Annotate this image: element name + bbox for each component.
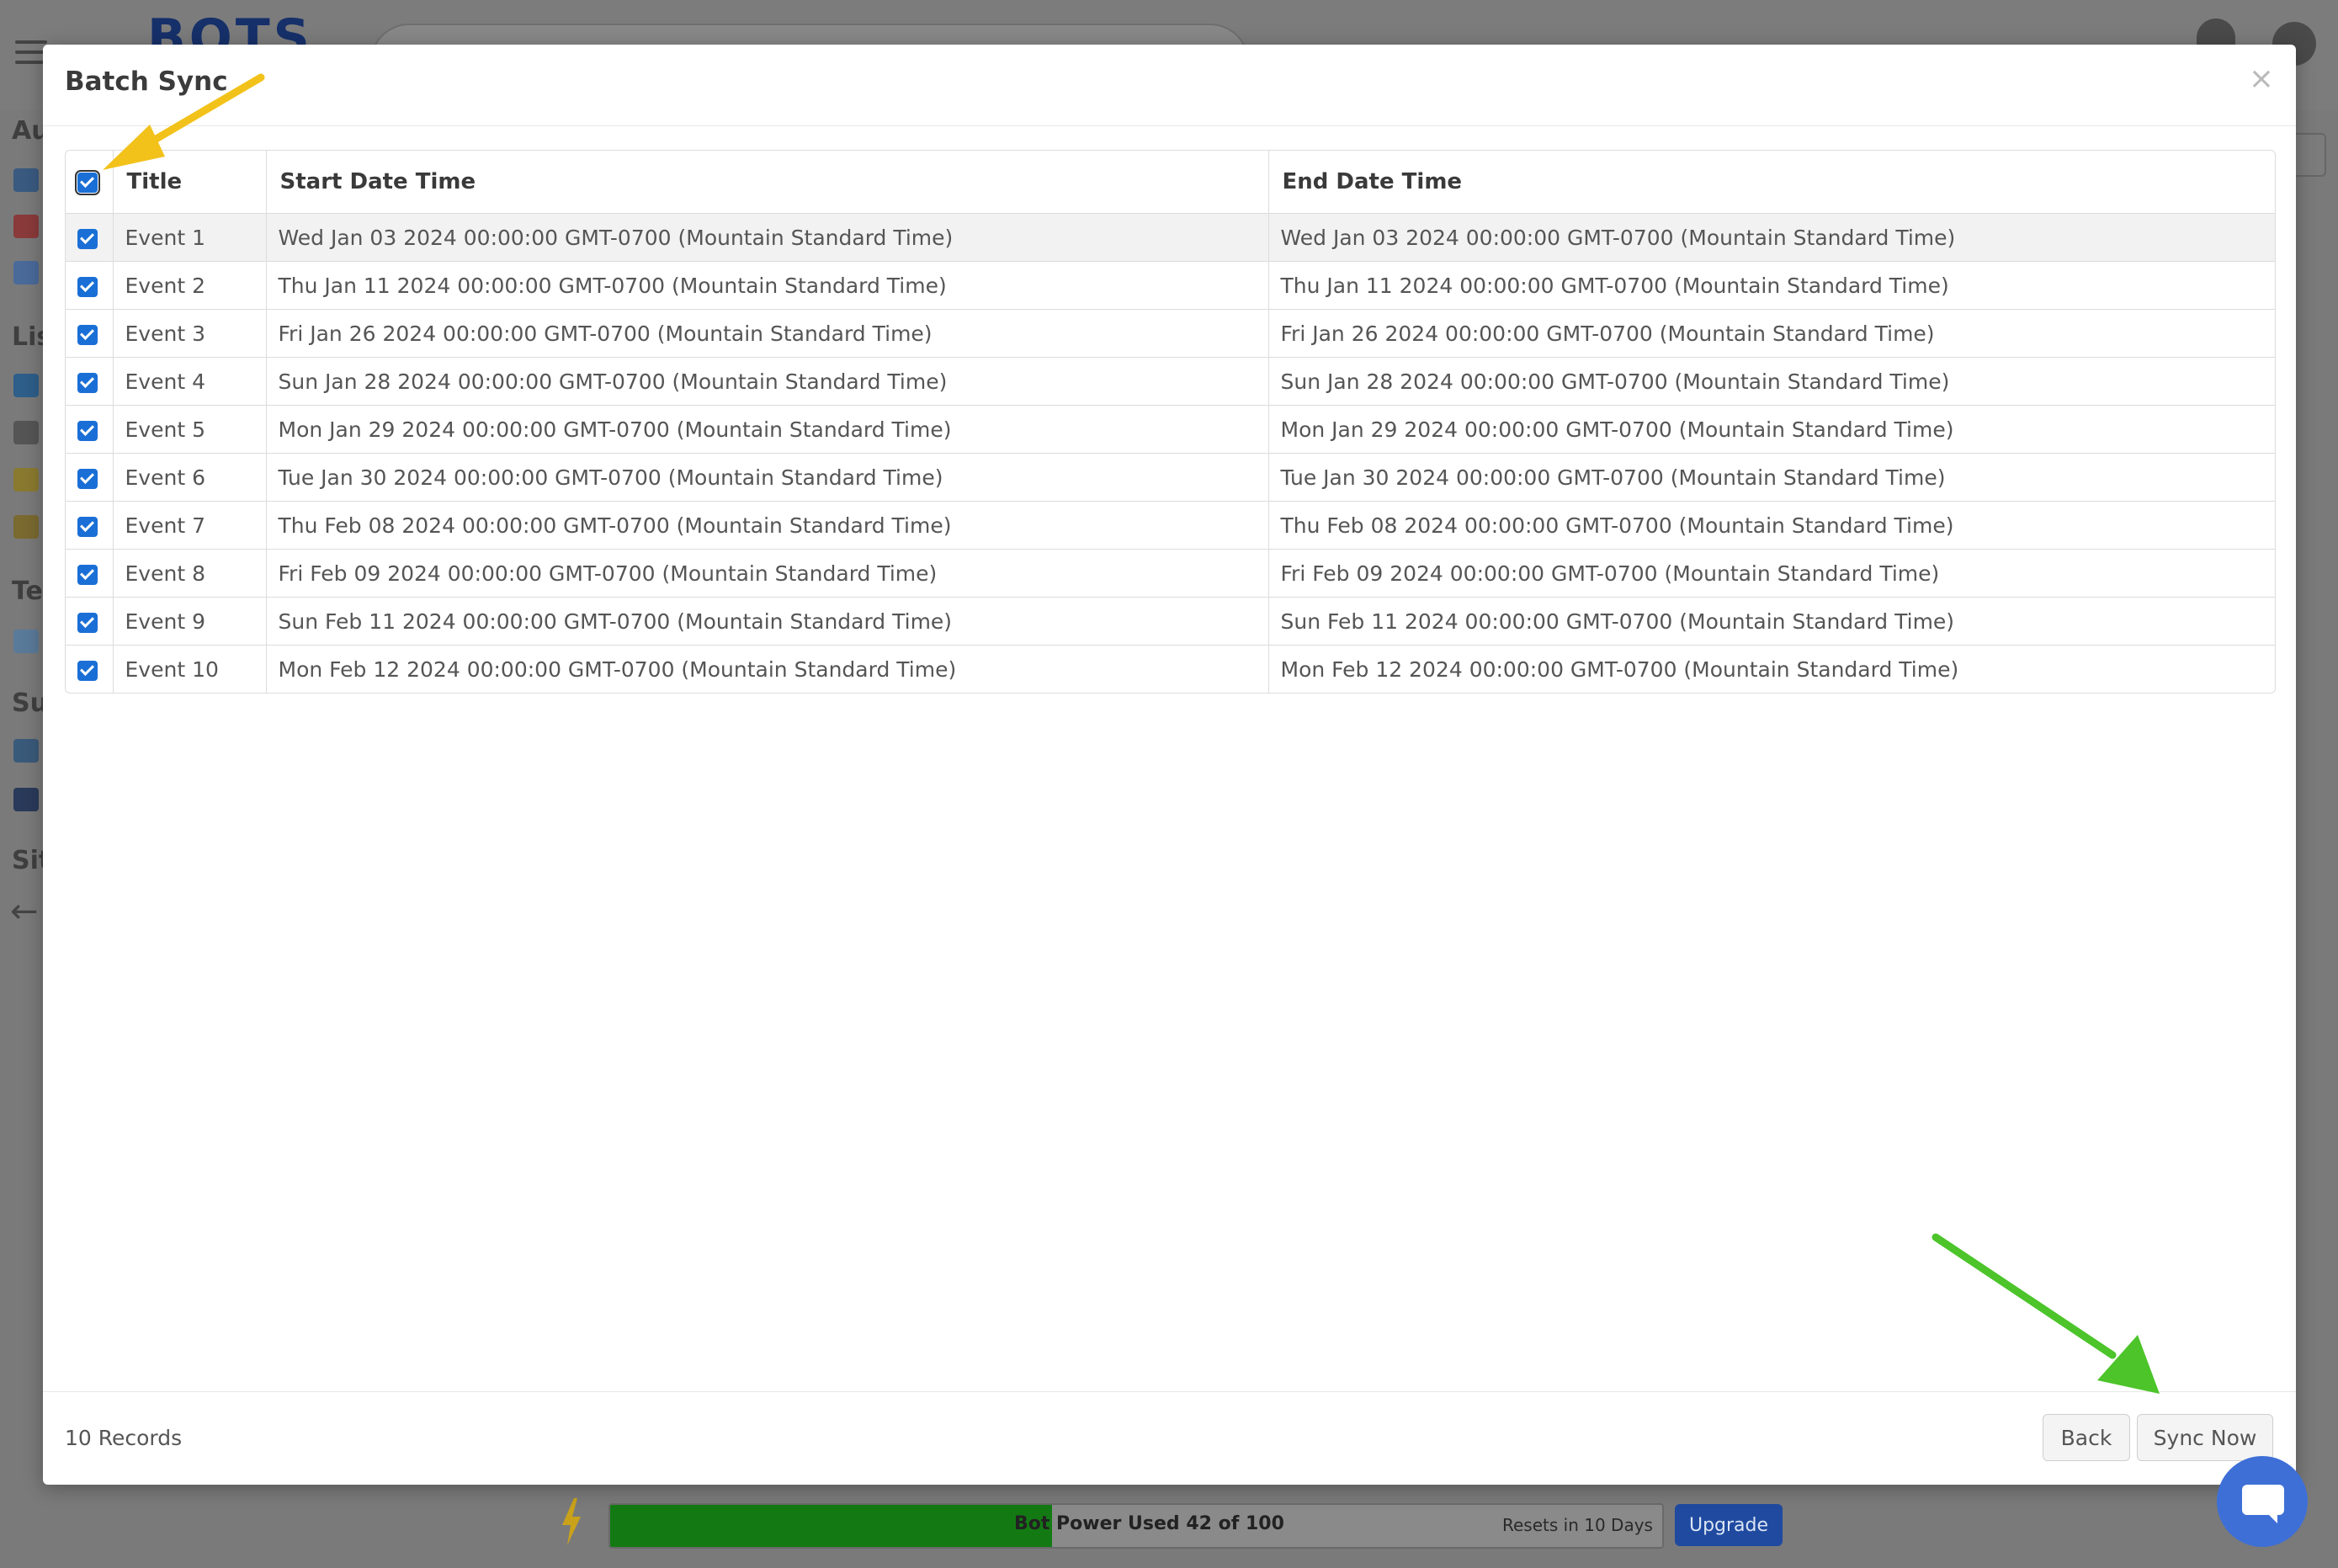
row-end-date: Thu Jan 11 2024 00:00:00 GMT-0700 (Mount…	[1268, 261, 2275, 310]
row-title: Event 9	[113, 597, 267, 646]
column-header-title[interactable]: Title	[113, 151, 267, 214]
row-checkbox-cell	[66, 453, 114, 502]
row-title: Event 3	[113, 309, 267, 358]
clipboard-icon[interactable]	[13, 515, 39, 539]
row-checkbox[interactable]	[77, 276, 98, 297]
row-checkbox[interactable]	[77, 516, 98, 537]
row-start-date: Mon Feb 12 2024 00:00:00 GMT-0700 (Mount…	[266, 645, 1269, 693]
globe-icon[interactable]	[13, 739, 39, 763]
event-icon[interactable]	[13, 261, 39, 284]
sidebar-section-label: Te	[12, 577, 43, 606]
calendar-icon[interactable]	[13, 215, 39, 238]
bot-power-bar: Bot Power Used 42 of 100 Resets in 10 Da…	[608, 1503, 1664, 1549]
back-button[interactable]: Back	[2043, 1414, 2130, 1461]
bot-power-fill	[610, 1505, 1052, 1547]
row-checkbox-cell	[66, 309, 114, 358]
table-row[interactable]: Event 7 Thu Feb 08 2024 00:00:00 GMT-0700…	[66, 501, 2275, 550]
row-title: Event 6	[113, 453, 267, 502]
table-row[interactable]: Event 8 Fri Feb 09 2024 00:00:00 GMT-0700…	[66, 549, 2275, 598]
lightning-icon	[562, 1498, 581, 1545]
row-start-date: Mon Jan 29 2024 00:00:00 GMT-0700 (Mount…	[266, 405, 1269, 454]
row-end-date: Mon Jan 29 2024 00:00:00 GMT-0700 (Mount…	[1268, 405, 2275, 454]
row-start-date: Sun Jan 28 2024 00:00:00 GMT-0700 (Mount…	[266, 357, 1269, 406]
row-start-date: Thu Feb 08 2024 00:00:00 GMT-0700 (Mount…	[266, 501, 1269, 550]
tools-icon[interactable]	[13, 421, 39, 444]
column-header-end[interactable]: End Date Time	[1268, 151, 2275, 214]
select-all-cell	[66, 151, 114, 214]
row-end-date: Tue Jan 30 2024 00:00:00 GMT-0700 (Mount…	[1268, 453, 2275, 502]
table-row[interactable]: Event 9 Sun Feb 11 2024 00:00:00 GMT-0700…	[66, 597, 2275, 646]
row-start-date: Sun Feb 11 2024 00:00:00 GMT-0700 (Mount…	[266, 597, 1269, 646]
table-row[interactable]: Event 6 Tue Jan 30 2024 00:00:00 GMT-0700…	[66, 453, 2275, 502]
bot-power-reset-label: Resets in 10 Days	[1502, 1515, 1653, 1535]
row-title: Event 5	[113, 405, 267, 454]
arrow-left-icon[interactable]: ←	[10, 892, 39, 931]
chat-icon[interactable]	[2217, 1456, 2308, 1547]
row-checkbox-cell	[66, 501, 114, 550]
column-header-start[interactable]: Start Date Time	[266, 151, 1269, 214]
row-checkbox[interactable]	[77, 228, 98, 249]
row-end-date: Sun Feb 11 2024 00:00:00 GMT-0700 (Mount…	[1268, 597, 2275, 646]
dashboard-icon[interactable]	[13, 168, 39, 192]
modal-footer: 10 Records Back Sync Now	[43, 1391, 2296, 1485]
row-end-date: Wed Jan 03 2024 00:00:00 GMT-0700 (Mount…	[1268, 213, 2275, 262]
row-end-date: Fri Feb 09 2024 00:00:00 GMT-0700 (Mount…	[1268, 549, 2275, 598]
row-start-date: Fri Feb 09 2024 00:00:00 GMT-0700 (Mount…	[266, 549, 1269, 598]
row-title: Event 10	[113, 645, 267, 693]
video-icon[interactable]	[13, 788, 39, 811]
table-row[interactable]: Event 10 Mon Feb 12 2024 00:00:00 GMT-070…	[66, 645, 2275, 693]
row-end-date: Thu Feb 08 2024 00:00:00 GMT-0700 (Mount…	[1268, 501, 2275, 550]
row-start-date: Thu Jan 11 2024 00:00:00 GMT-0700 (Mount…	[266, 261, 1269, 310]
row-checkbox[interactable]	[77, 612, 98, 633]
row-start-date: Tue Jan 30 2024 00:00:00 GMT-0700 (Mount…	[266, 453, 1269, 502]
upgrade-button[interactable]: Upgrade	[1675, 1504, 1783, 1546]
row-end-date: Sun Jan 28 2024 00:00:00 GMT-0700 (Mount…	[1268, 357, 2275, 406]
modal-title: Batch Sync	[65, 66, 228, 97]
row-checkbox-cell	[66, 645, 114, 693]
row-end-date: Mon Feb 12 2024 00:00:00 GMT-0700 (Mount…	[1280, 656, 1959, 682]
row-checkbox[interactable]	[77, 564, 98, 585]
phone-icon[interactable]	[13, 374, 39, 397]
table-row[interactable]: Event 5 Mon Jan 29 2024 00:00:00 GMT-0700…	[66, 405, 2275, 454]
bot-power-label: Bot Power Used 42 of 100	[1014, 1513, 1284, 1534]
row-title: Event 1	[113, 213, 267, 262]
row-checkbox-cell	[66, 261, 114, 310]
modal-header: Batch Sync ×	[43, 45, 2296, 126]
row-checkbox[interactable]	[77, 660, 98, 681]
events-table: Title Start Date Time End Date Time Even…	[65, 150, 2276, 694]
row-title: Event 2	[113, 261, 267, 310]
row-start-date: Fri Jan 26 2024 00:00:00 GMT-0700 (Mount…	[266, 309, 1269, 358]
table-row[interactable]: Event 4 Sun Jan 28 2024 00:00:00 GMT-0700…	[66, 357, 2275, 406]
table-row[interactable]: Event 1 Wed Jan 03 2024 00:00:00 GMT-0700…	[66, 213, 2275, 262]
row-checkbox-cell	[66, 549, 114, 598]
select-all-checkbox[interactable]	[75, 169, 100, 195]
row-checkbox-cell	[66, 357, 114, 406]
row-checkbox-cell	[66, 597, 114, 646]
row-checkbox[interactable]	[77, 372, 98, 393]
table-header-row: Title Start Date Time End Date Time	[66, 151, 2275, 214]
row-end-date: Fri Jan 26 2024 00:00:00 GMT-0700 (Mount…	[1268, 309, 2275, 358]
row-checkbox-cell	[66, 405, 114, 454]
crown-icon[interactable]	[13, 468, 39, 492]
row-checkbox[interactable]	[77, 468, 98, 489]
row-checkbox[interactable]	[77, 324, 98, 345]
records-count: 10 Records	[65, 1426, 183, 1450]
batch-sync-modal: Batch Sync × Title Start Date Time End D…	[43, 45, 2296, 1485]
row-checkbox-cell	[66, 213, 114, 262]
row-title: Event 4	[113, 357, 267, 406]
chat-bubble-shape	[2242, 1485, 2284, 1515]
table-row[interactable]: Event 2 Thu Jan 11 2024 00:00:00 GMT-0700…	[66, 261, 2275, 310]
chat-bubble-tail	[2266, 1512, 2277, 1523]
sync-now-button[interactable]: Sync Now	[2137, 1414, 2273, 1461]
message-icon[interactable]	[13, 630, 39, 653]
row-checkbox[interactable]	[77, 420, 98, 441]
row-title: Event 7	[113, 501, 267, 550]
close-icon[interactable]: ×	[2249, 61, 2274, 96]
row-start-date: Wed Jan 03 2024 00:00:00 GMT-0700 (Mount…	[266, 213, 1269, 262]
row-title: Event 8	[113, 549, 267, 598]
table-row[interactable]: Event 3 Fri Jan 26 2024 00:00:00 GMT-0700…	[66, 309, 2275, 358]
